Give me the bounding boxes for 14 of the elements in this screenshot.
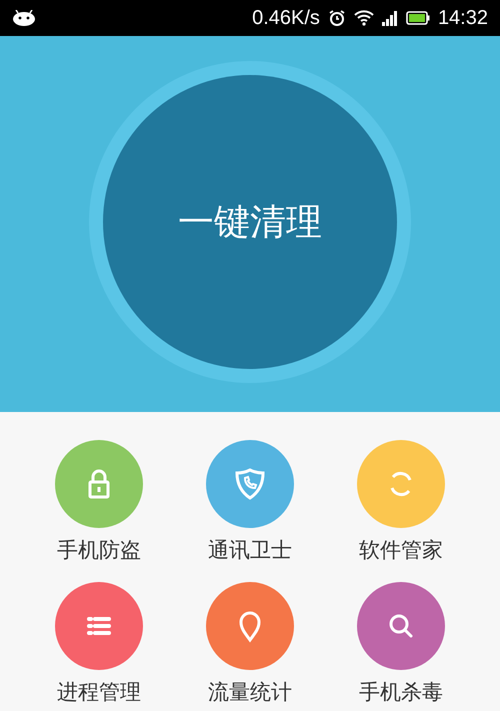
feature-label: 手机防盗 [57,538,141,562]
feature-label: 进程管理 [57,680,141,704]
battery-icon [406,11,430,25]
feature-label: 通讯卫士 [208,538,292,562]
wifi-icon [354,10,374,26]
clean-button[interactable]: 一键清理 [103,75,397,369]
feature-label: 软件管家 [359,538,443,562]
android-icon [12,10,36,26]
signal-icon [382,10,398,26]
feature-label: 流量统计 [208,680,292,704]
clock-time: 14:32 [438,6,488,30]
feature-label: 手机杀毒 [359,680,443,704]
alarm-icon [328,9,346,27]
network-speed: 0.46K/s [252,6,320,30]
